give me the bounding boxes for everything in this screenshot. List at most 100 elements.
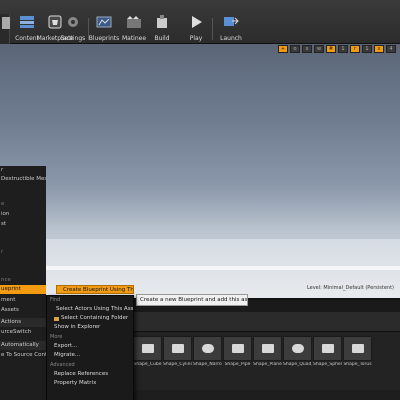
property-matrix-menu-item[interactable]: Property Matrix xyxy=(49,379,133,388)
left-menu-item-highlighted[interactable]: ueprint xyxy=(0,285,46,294)
asset-shape-icon xyxy=(291,344,304,353)
asset-label: Shape_NarrowCapsule xyxy=(193,362,222,367)
matinee-icon xyxy=(127,16,141,28)
launch-button[interactable]: Launch xyxy=(216,0,246,44)
menu-section-find: Find xyxy=(50,297,61,303)
left-menu-item[interactable]: e xyxy=(0,200,46,209)
property-matrix-label: Property Matrix xyxy=(54,380,97,386)
settings-label: Settings xyxy=(60,35,86,42)
asset-shape-icon xyxy=(231,344,244,353)
asset-thumbnail xyxy=(163,336,192,361)
asset-tile[interactable]: Shape_Torus xyxy=(343,336,372,376)
asset-label: Shape_Cube xyxy=(133,362,162,367)
left-menu-item[interactable]: Automatically xyxy=(0,341,46,350)
main-toolbar: Content Marketplace Settings Blueprints … xyxy=(0,0,400,44)
settings-button[interactable]: Settings xyxy=(60,0,86,44)
select-actors-menu-item[interactable]: Select Actors Using This Asset xyxy=(49,305,133,314)
asset-context-submenu: Find Select Actors Using This Asset Sele… xyxy=(46,295,134,400)
export-menu-item[interactable]: Export... xyxy=(49,342,133,351)
show-in-explorer-menu-item[interactable]: Show in Explorer xyxy=(49,323,133,332)
blueprints-icon xyxy=(96,16,112,28)
asset-shape-icon xyxy=(351,344,364,353)
content-icon xyxy=(20,16,34,28)
blueprints-label: Blueprints xyxy=(88,35,120,42)
asset-tile[interactable]: Shape_Cylinder xyxy=(163,336,192,376)
migrate-label: Migrate... xyxy=(54,352,81,358)
asset-tile[interactable]: Shape_Quad_Pyramid xyxy=(283,336,312,376)
viewport-floor-edge xyxy=(20,266,400,270)
asset-label: Shape_Sphere xyxy=(313,362,342,367)
asset-shape-icon xyxy=(261,344,274,353)
toolbar-left-stub[interactable] xyxy=(0,14,10,44)
asset-label: Shape_Torus xyxy=(343,362,372,367)
asset-shape-icon xyxy=(201,344,214,353)
asset-thumbnail xyxy=(223,336,252,361)
left-menu-item[interactable]: nce xyxy=(0,276,46,285)
build-button[interactable]: Build xyxy=(148,0,176,44)
translate-mode-button[interactable]: + xyxy=(278,45,288,53)
asset-shape-icon xyxy=(141,344,154,353)
left-menu-item[interactable]: Destructible Mesh xyxy=(0,175,46,184)
asset-thumbnail xyxy=(253,336,282,361)
migrate-menu-item[interactable]: Migrate... xyxy=(49,351,133,360)
left-menu-item[interactable]: ment xyxy=(0,296,46,305)
asset-thumbnail xyxy=(313,336,342,361)
left-context-menu-panel: r Destructible Mesh e ion st r nce uepri… xyxy=(0,166,46,400)
matinee-button[interactable]: Matinee xyxy=(120,0,148,44)
asset-label: Shape_Pipe xyxy=(224,362,251,367)
left-menu-item[interactable]: Assets xyxy=(0,306,46,315)
build-icon xyxy=(157,15,167,28)
asset-tile[interactable]: Shape_Sphere xyxy=(313,336,342,376)
asset-shape-icon xyxy=(321,344,334,353)
rotate-mode-button[interactable]: o xyxy=(290,45,300,53)
show-in-explorer-label: Show in Explorer xyxy=(54,324,101,330)
scale-snap-button[interactable]: x xyxy=(374,45,384,53)
left-menu-item[interactable]: ion xyxy=(0,210,46,219)
asset-shape-icon xyxy=(171,344,184,353)
left-menu-item[interactable]: st xyxy=(0,220,46,229)
content-label: Content xyxy=(15,35,39,42)
settings-icon xyxy=(68,17,78,27)
menu-section-more: More xyxy=(50,334,63,340)
toolbar-separator-2 xyxy=(212,18,213,40)
grid-snap-button[interactable]: # xyxy=(326,45,336,53)
world-local-button[interactable]: w xyxy=(314,45,324,53)
editor-window: Content Marketplace Settings Blueprints … xyxy=(0,0,400,400)
replace-references-menu-item[interactable]: Replace References xyxy=(49,370,133,379)
asset-tile[interactable]: Shape_Cube xyxy=(133,336,162,376)
menu-section-advanced: Advanced xyxy=(50,362,75,368)
play-icon xyxy=(192,16,202,28)
tooltip: Create a new Blueprint and add this asse… xyxy=(136,294,248,306)
viewport-toolbar: + o s w # 1 r 1 x 4 xyxy=(278,45,396,54)
play-button[interactable]: Play xyxy=(182,0,210,44)
asset-thumbnail xyxy=(133,336,162,361)
launch-label: Launch xyxy=(220,35,242,42)
asset-tile[interactable]: Shape_Pipe xyxy=(223,336,252,376)
replace-references-label: Replace References xyxy=(54,371,109,377)
asset-tile[interactable]: Shape_Plane xyxy=(253,336,282,376)
grid-size-button[interactable]: 1 xyxy=(338,45,348,53)
left-menu-item[interactable]: r xyxy=(0,166,46,175)
left-menu-item[interactable]: e To Source Control xyxy=(0,351,46,360)
export-label: Export... xyxy=(54,343,78,349)
rotation-size-button[interactable]: 1 xyxy=(362,45,372,53)
camera-speed-button[interactable]: 4 xyxy=(386,45,396,53)
rotation-snap-button[interactable]: r xyxy=(350,45,360,53)
level-viewport[interactable]: + o s w # 1 r 1 x 4 Level: Minimal_Defau… xyxy=(0,44,400,298)
asset-thumbnail xyxy=(193,336,222,361)
asset-label: Shape_Quad_Pyramid xyxy=(283,362,312,367)
build-label: Build xyxy=(154,35,170,42)
matinee-label: Matinee xyxy=(121,35,147,42)
blueprints-button[interactable]: Blueprints xyxy=(88,0,120,44)
create-blueprint-menu-item[interactable]: Create Blueprint Using This... xyxy=(56,285,134,294)
asset-tile[interactable]: Shape_NarrowCapsule xyxy=(193,336,222,376)
left-menu-item[interactable]: r xyxy=(0,248,46,257)
select-actors-label: Select Actors Using This Asset xyxy=(56,306,133,312)
select-folder-menu-item[interactable]: Select Containing Folder xyxy=(49,314,133,323)
select-folder-label: Select Containing Folder xyxy=(61,315,129,321)
launch-icon xyxy=(224,17,239,26)
folder-icon xyxy=(54,317,59,321)
left-menu-item[interactable]: Actions xyxy=(0,318,46,327)
left-menu-item[interactable]: urceSwitch xyxy=(0,328,46,337)
scale-mode-button[interactable]: s xyxy=(302,45,312,53)
